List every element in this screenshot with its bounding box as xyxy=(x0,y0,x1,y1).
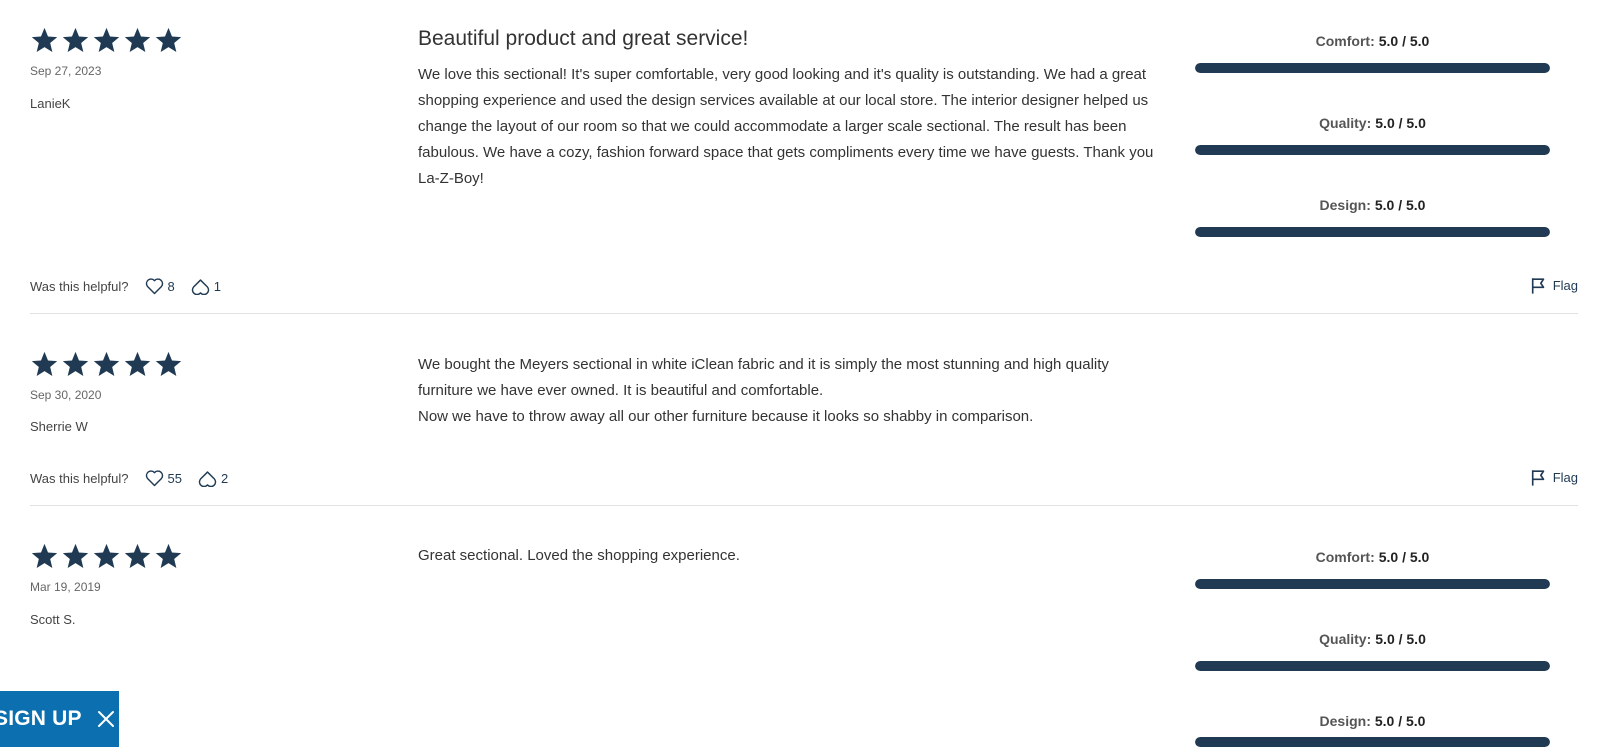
rating-design: Design: 5.0 / 5.0 xyxy=(1195,197,1550,237)
rating-label: Design: xyxy=(1319,197,1371,213)
review-date: Mar 19, 2019 xyxy=(30,580,101,594)
rating-value: 5.0 / 5.0 xyxy=(1374,197,1426,213)
close-icon[interactable] xyxy=(96,709,116,729)
star-icon xyxy=(30,542,59,570)
review-date: Sep 27, 2023 xyxy=(30,64,102,78)
broken-heart-icon xyxy=(191,279,209,295)
unhelpful-count: 1 xyxy=(213,278,221,294)
helpful-label: Was this helpful? xyxy=(30,278,129,294)
star-rating xyxy=(30,26,183,54)
star-icon xyxy=(92,542,121,570)
star-icon xyxy=(92,26,121,54)
review-body: We love this sectional! It's super comfo… xyxy=(418,62,1158,192)
rating-label: Quality: xyxy=(1319,115,1372,131)
helpful-row: Was this helpful? 55 2 xyxy=(30,469,244,487)
flag-label: Flag xyxy=(1552,470,1578,485)
rating-bar-fill xyxy=(1195,145,1550,155)
star-icon xyxy=(123,542,152,570)
review-text: Great sectional. Loved the shopping expe… xyxy=(418,547,740,564)
review-author: Sherrie W xyxy=(30,419,88,434)
review-author: LanieK xyxy=(30,96,71,111)
rating-bar-fill xyxy=(1195,63,1550,73)
star-rating xyxy=(30,542,183,570)
review-body: We bought the Meyers sectional in white … xyxy=(418,352,1158,430)
review-text-line: Now we have to throw away all our other … xyxy=(418,408,1034,425)
unhelpful-count: 2 xyxy=(220,470,229,486)
flag-icon xyxy=(1531,278,1545,294)
rating-quality: Quality: 5.0 / 5.0 xyxy=(1195,631,1550,671)
star-icon xyxy=(61,26,90,54)
flag-label: Flag xyxy=(1552,278,1578,293)
rating-value: 5.0 / 5.0 xyxy=(1375,115,1426,131)
star-icon xyxy=(30,350,59,378)
rating-bar xyxy=(1195,661,1550,671)
flag-icon xyxy=(1531,470,1545,486)
rating-comfort: Comfort: 5.0 / 5.0 xyxy=(1195,549,1550,589)
star-icon xyxy=(61,350,90,378)
flag-button[interactable]: Flag xyxy=(1530,468,1578,487)
review-date: Sep 30, 2020 xyxy=(30,388,102,402)
rating-bar xyxy=(1195,579,1550,589)
helpful-button[interactable]: 55 xyxy=(145,469,182,487)
rating-value: 5.0 / 5.0 xyxy=(1374,713,1426,729)
helpful-row: Was this helpful? 8 1 xyxy=(30,277,237,295)
review-author: Scott S. xyxy=(30,612,76,627)
rating-bar-fill xyxy=(1195,737,1550,747)
star-icon xyxy=(154,350,183,378)
rating-value: 5.0 / 5.0 xyxy=(1378,33,1430,49)
heart-icon xyxy=(145,278,163,295)
rating-bar xyxy=(1195,145,1550,155)
rating-quality: Quality: 5.0 / 5.0 xyxy=(1195,115,1550,155)
review-text: We love this sectional! It's super comfo… xyxy=(418,66,1154,187)
star-icon xyxy=(61,542,90,570)
rating-comfort: Comfort: 5.0 / 5.0 xyxy=(1195,33,1550,73)
rating-label: Quality: xyxy=(1319,631,1372,647)
star-icon xyxy=(154,26,183,54)
star-icon xyxy=(123,26,152,54)
review-title: Beautiful product and great service! xyxy=(418,27,749,50)
signup-label: SIGN UP xyxy=(0,707,82,730)
rating-value: 5.0 / 5.0 xyxy=(1378,549,1430,565)
rating-value: 5.0 / 5.0 xyxy=(1375,631,1426,647)
rating-bar xyxy=(1195,227,1550,237)
star-icon xyxy=(154,542,183,570)
star-icon xyxy=(123,350,152,378)
helpful-button[interactable]: 8 xyxy=(145,277,175,295)
unhelpful-button[interactable]: 1 xyxy=(191,277,221,295)
rating-bar-fill xyxy=(1195,661,1550,671)
star-rating xyxy=(30,350,183,378)
broken-heart-icon xyxy=(198,471,217,487)
star-icon xyxy=(30,26,59,54)
heart-icon xyxy=(145,470,163,487)
flag-button[interactable]: Flag xyxy=(1530,276,1578,295)
rating-bar xyxy=(1195,63,1550,73)
helpful-count: 8 xyxy=(167,278,175,294)
rating-bar xyxy=(1195,737,1550,747)
rating-label: Comfort: xyxy=(1315,549,1375,565)
unhelpful-button[interactable]: 2 xyxy=(198,469,228,487)
rating-label: Comfort: xyxy=(1315,33,1375,49)
rating-label: Design: xyxy=(1319,713,1371,729)
divider xyxy=(30,505,1578,506)
rating-bar-fill xyxy=(1195,227,1550,237)
signup-tab[interactable]: SIGN UP xyxy=(0,691,119,747)
rating-design: Design: 5.0 / 5.0 xyxy=(1195,713,1550,747)
review-body: Great sectional. Loved the shopping expe… xyxy=(418,543,1158,569)
helpful-label: Was this helpful? xyxy=(30,470,129,486)
review-text-line: We bought the Meyers sectional in white … xyxy=(418,356,1109,399)
star-icon xyxy=(92,350,121,378)
helpful-count: 55 xyxy=(167,470,182,486)
divider xyxy=(30,313,1578,314)
rating-bar-fill xyxy=(1195,579,1550,589)
